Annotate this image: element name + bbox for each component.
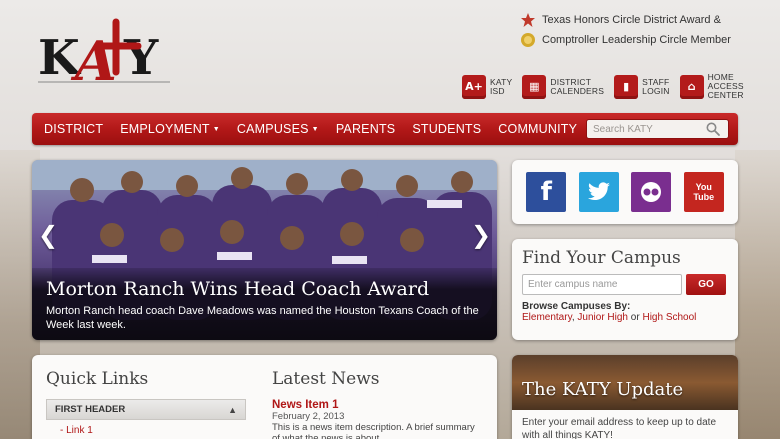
social-panel: f You Tube [512, 160, 738, 224]
news-slider[interactable]: ❮ ❯ Morton Ranch Wins Head Coach Award M… [32, 160, 497, 340]
flickr-icon[interactable] [631, 172, 672, 212]
junior-high-link[interactable]: Junior High [577, 312, 628, 323]
calendar-icon: ▦ [522, 74, 547, 99]
katy-isd-link[interactable]: A+ KATY ISD [462, 73, 512, 100]
news-item-date: February 2, 2013 [272, 411, 345, 422]
katy-update-title: The KATY Update [522, 379, 684, 400]
latest-news-title: Latest News [272, 369, 380, 389]
news-item-description: This is a news item description. A brief… [272, 422, 475, 439]
nav-label: STUDENTS [412, 122, 482, 136]
nav-label: PARENTS [335, 122, 396, 136]
quick-links-section: Quick Links FIRST HEADER ▲ - Link 1 [46, 369, 246, 436]
search-icon[interactable] [705, 121, 721, 137]
quick-links-header-label: FIRST HEADER [55, 404, 126, 415]
katy-update-panel: The KATY Update Enter your email address… [512, 355, 738, 439]
find-campus-panel: Find Your Campus GO Browse Campuses By: … [512, 239, 738, 340]
background-photo-right [735, 150, 780, 439]
quick-access-icons: A+ KATY ISD ▦ DISTRICT CALENDERS ▮ STAFF LO… [462, 73, 744, 100]
svg-text:A: A [70, 29, 117, 88]
red-star-icon [521, 13, 535, 27]
quick-link-label: Link 1 [66, 425, 93, 436]
staff-login-icon: ▮ [614, 74, 639, 99]
browse-campuses-links: Elementary, Junior High or High School [522, 312, 697, 323]
quick-links-header[interactable]: FIRST HEADER ▲ [46, 399, 246, 420]
katy-update-photo: The KATY Update [512, 355, 738, 410]
qicon-label: CENTER [707, 90, 744, 100]
qicon-label: ISD [490, 85, 505, 96]
award-notice: Texas Honors Circle District Award & Com… [520, 10, 731, 50]
content-panel: Quick Links FIRST HEADER ▲ - Link 1 Late… [32, 355, 497, 439]
katy-logo[interactable]: K Y A [30, 16, 180, 88]
slider-headline[interactable]: Morton Ranch Wins Head Coach Award [46, 278, 483, 300]
katy-update-text: Enter your email address to keep up to d… [522, 417, 717, 439]
or-text: or [630, 312, 640, 323]
caret-down-icon: ▼ [311, 125, 319, 133]
svg-text:Y: Y [123, 30, 159, 86]
nav-students[interactable]: STUDENTS [412, 122, 481, 136]
nav-label: EMPLOYMENT [120, 122, 210, 136]
youtube-icon[interactable]: You Tube [683, 172, 724, 212]
nav-label: DISTRICT [44, 122, 104, 136]
nav-campuses[interactable]: CAMPUSES ▼ [237, 122, 319, 136]
slider-prev-arrow[interactable]: ❮ [38, 220, 58, 250]
news-item-title[interactable]: News Item 1 [272, 399, 482, 411]
slider-caption: Morton Ranch Wins Head Coach Award Morto… [32, 268, 497, 340]
youtube-label: Tube [693, 192, 715, 202]
staff-login-link[interactable]: ▮ STAFF LOGIN [614, 73, 669, 100]
qicon-label: CALENDERS [550, 85, 605, 96]
quick-links-title: Quick Links [46, 369, 149, 389]
caret-down-icon: ▼ [212, 125, 220, 133]
home-access-center-link[interactable]: ⌂ HOME ACCESS CENTER [679, 73, 744, 100]
youtube-label: You [695, 182, 712, 192]
campus-name-input[interactable] [522, 274, 682, 295]
high-school-link[interactable]: High School [642, 312, 696, 323]
search-input[interactable] [587, 123, 705, 135]
slider-description: Morton Ranch head coach Dave Meadows was… [46, 305, 479, 331]
go-button[interactable]: GO [686, 274, 726, 295]
quick-link-item[interactable]: - Link 1 [60, 425, 246, 436]
qicon-label: LOGIN [642, 85, 670, 96]
nav-label: CAMPUSES [236, 122, 309, 136]
main-nav: DISTRICT EMPLOYMENT ▼ CAMPUSES ▼ PARENTS S… [32, 113, 738, 145]
nav-label: COMMUNITY [498, 122, 578, 136]
triangle-up-icon: ▲ [228, 404, 237, 415]
nav-district[interactable]: DISTRICT [44, 122, 103, 136]
nav-parents[interactable]: PARENTS [336, 122, 396, 136]
facebook-icon[interactable]: f [526, 172, 567, 212]
find-campus-title: Find Your Campus [522, 248, 681, 268]
district-calendars-link[interactable]: ▦ DISTRICT CALENDERS [522, 73, 604, 100]
nav-community[interactable]: COMMUNITY [498, 122, 577, 136]
slider-next-arrow[interactable]: ❯ [471, 220, 491, 250]
browse-campuses-title: Browse Campuses By: [522, 301, 631, 312]
latest-news-section: Latest News News Item 1 February 2, 2013… [272, 369, 482, 439]
gold-seal-icon [521, 33, 535, 47]
twitter-icon[interactable] [578, 172, 619, 212]
a-plus-icon: A+ [462, 74, 486, 99]
elementary-link[interactable]: Elementary [522, 312, 572, 323]
home-access-icon: ⌂ [679, 74, 704, 99]
nav-employment[interactable]: EMPLOYMENT ▼ [120, 122, 220, 136]
award-line-1: Texas Honors Circle District Award & [542, 14, 721, 26]
search-box [586, 119, 729, 139]
award-line-2: Comptroller Leadership Circle Member [542, 34, 731, 46]
